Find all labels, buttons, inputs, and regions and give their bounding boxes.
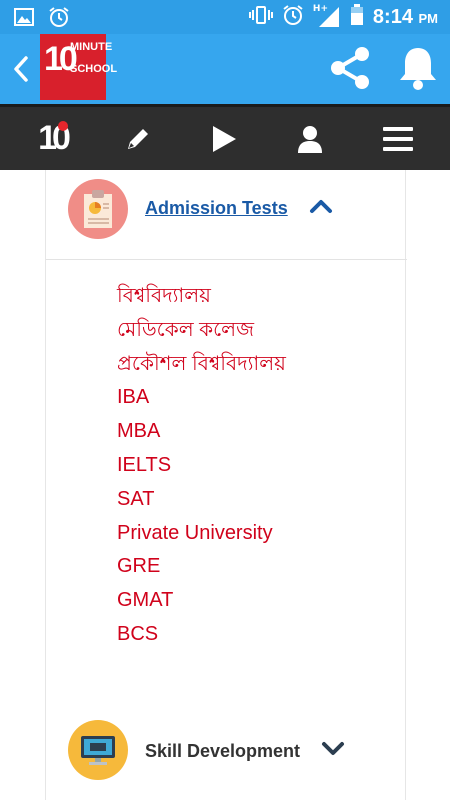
clock: 8:14 PM bbox=[373, 6, 438, 29]
chevron-up-icon[interactable] bbox=[308, 196, 334, 216]
app-logo[interactable]: 10 MINUTE SCHOOL bbox=[40, 34, 117, 100]
logo-word-1: MINUTE bbox=[70, 41, 113, 53]
list-item[interactable]: বিশ্ববিদ্যালয় bbox=[117, 282, 407, 316]
nav-write-button[interactable] bbox=[108, 107, 168, 170]
app-bar: 10 MINUTE SCHOOL bbox=[0, 34, 450, 104]
list-item[interactable]: IBA bbox=[117, 383, 407, 417]
notifications-button[interactable] bbox=[396, 44, 440, 92]
category-admission-tests-header[interactable]: Admission Tests bbox=[46, 170, 407, 260]
vibrate-icon bbox=[248, 5, 273, 29]
signal-icon: H+ bbox=[312, 4, 341, 28]
alarm-icon bbox=[48, 6, 70, 32]
chevron-down-icon[interactable] bbox=[320, 739, 346, 759]
nav-profile-button[interactable] bbox=[280, 107, 340, 170]
nav-play-button[interactable] bbox=[194, 107, 254, 170]
category-skill-development-header[interactable]: Skill Development bbox=[46, 704, 407, 794]
logo-word-2: SCHOOL bbox=[70, 63, 118, 75]
list-item[interactable]: প্রকৌশল বিশ্ববিদ্যালয় bbox=[117, 350, 407, 384]
menu-icon bbox=[383, 126, 413, 151]
image-icon bbox=[14, 8, 34, 30]
monitor-icon bbox=[68, 720, 128, 780]
status-bar: H+ 8:14 PM bbox=[0, 0, 450, 34]
back-button[interactable] bbox=[8, 52, 34, 86]
clipboard-chart-icon bbox=[68, 179, 128, 239]
list-item[interactable]: GMAT bbox=[117, 586, 407, 620]
network-label: H+ bbox=[312, 4, 328, 14]
nav-logo-dot bbox=[57, 121, 68, 131]
list-item[interactable]: SAT bbox=[117, 485, 407, 519]
list-item[interactable]: MBA bbox=[117, 417, 407, 451]
clock-time: 8:14 bbox=[372, 5, 413, 28]
share-button[interactable] bbox=[326, 44, 374, 92]
admission-tests-list: বিশ্ববিদ্যালয় মেডিকেল কলেজ প্রকৌশল বিশ্… bbox=[117, 282, 407, 654]
alarm-icon bbox=[282, 4, 304, 30]
category-title-admission-tests[interactable]: Admission Tests bbox=[145, 198, 288, 219]
user-icon bbox=[298, 125, 322, 153]
list-item[interactable]: IELTS bbox=[117, 451, 407, 485]
nav-home-logo[interactable]: 10 bbox=[22, 107, 82, 170]
share-icon bbox=[331, 47, 369, 89]
battery-icon bbox=[350, 4, 364, 30]
category-card: Admission Tests বিশ্ববিদ্যালয় মেডিকেল ক… bbox=[45, 170, 407, 800]
list-item[interactable]: Private University bbox=[117, 519, 407, 553]
back-arrow-icon bbox=[14, 56, 28, 82]
pencil-icon bbox=[128, 128, 148, 149]
play-icon bbox=[213, 125, 236, 152]
category-title-skill-development[interactable]: Skill Development bbox=[145, 741, 300, 762]
nav-bar: 10 bbox=[0, 104, 450, 170]
list-item[interactable]: মেডিকেল কলেজ bbox=[117, 316, 407, 350]
list-item[interactable]: GRE bbox=[117, 552, 407, 586]
nav-menu-button[interactable] bbox=[368, 107, 428, 170]
bell-icon bbox=[400, 48, 436, 90]
clock-ampm: PM bbox=[418, 10, 439, 26]
nav-logo: 10 bbox=[38, 119, 71, 158]
list-item[interactable]: BCS bbox=[117, 620, 407, 654]
